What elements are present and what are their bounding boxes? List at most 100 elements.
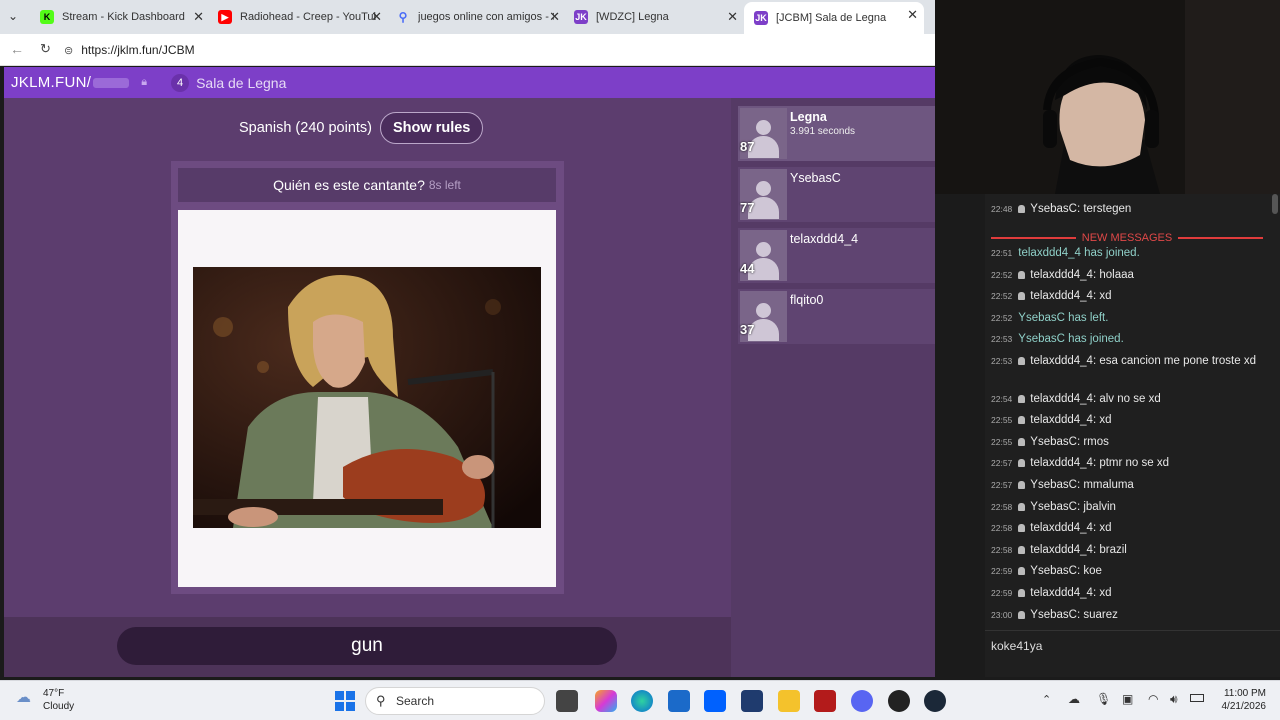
chat-message: 22:48 YsebasC: terstegen bbox=[991, 203, 1132, 215]
tab-jcbm[interactable]: JK [JCBM] Sala de Legna ✕ bbox=[744, 2, 924, 34]
microphone-icon[interactable]: 🎙︎ bbox=[1096, 692, 1111, 706]
rules-line: Spanish (240 points) Show rules bbox=[239, 112, 484, 144]
player-score: 44 bbox=[740, 261, 755, 276]
chat-message: 22:58 telaxddd4_4: xd bbox=[991, 522, 1112, 534]
webcam-overlay bbox=[935, 0, 1280, 194]
close-icon[interactable]: ✕ bbox=[727, 9, 738, 25]
chat-message: 22:59 telaxddd4_4: xd bbox=[991, 587, 1112, 599]
battery-icon[interactable] bbox=[1190, 694, 1204, 702]
user-icon bbox=[1018, 589, 1026, 597]
singer-photo bbox=[193, 267, 541, 528]
cloud-icon: ☁ bbox=[16, 689, 31, 706]
weather-desc: Cloudy bbox=[43, 701, 75, 712]
question-timer: 8s left bbox=[428, 178, 461, 192]
close-icon[interactable]: ✕ bbox=[193, 9, 204, 25]
player-count-badge: 4 bbox=[171, 73, 190, 92]
chat-message: 22:58 telaxddd4_4: brazil bbox=[991, 544, 1127, 556]
user-icon bbox=[1018, 357, 1026, 365]
close-icon[interactable]: ✕ bbox=[907, 7, 918, 23]
show-rules-button[interactable]: Show rules bbox=[380, 112, 484, 144]
player-score: 87 bbox=[740, 139, 755, 154]
app-icon[interactable] bbox=[814, 690, 836, 712]
player-name: telaxddd4_4 bbox=[790, 232, 859, 246]
close-icon[interactable]: ✕ bbox=[549, 9, 560, 25]
game-area: Spanish (240 points) Show rules Quién es… bbox=[4, 98, 731, 617]
app-icon[interactable] bbox=[741, 690, 763, 712]
room-name: Sala de Legna bbox=[196, 74, 287, 91]
display-icon[interactable]: ▣ bbox=[1122, 692, 1133, 706]
tab-wdzc[interactable]: JK [WDZC] Legna ✕ bbox=[564, 4, 744, 30]
taskbar-search[interactable]: ⚲ Search bbox=[365, 687, 545, 715]
user-icon bbox=[1018, 546, 1026, 554]
volume-icon[interactable]: 🔊︎ bbox=[1170, 692, 1178, 707]
tab-search[interactable]: ⚲ juegos online con amigos - S ✕ bbox=[386, 4, 566, 30]
answer-input[interactable]: gun bbox=[117, 627, 617, 665]
chat-message: 22:57 YsebasC: mmaluma bbox=[991, 479, 1134, 491]
user-icon bbox=[1018, 459, 1026, 467]
jklm-icon: JK bbox=[574, 10, 588, 24]
tab-label: [JCBM] Sala de Legna bbox=[776, 12, 887, 24]
lock-icon: 🔒︎ bbox=[141, 76, 148, 88]
chat-input[interactable]: koke41ya bbox=[985, 630, 1280, 677]
tab-label: Radiohead - Creep - YouTube bbox=[240, 11, 376, 23]
chat-message: 22:59 YsebasC: koe bbox=[991, 565, 1102, 577]
tab-youtube[interactable]: ▶ Radiohead - Creep - YouTube ✕ bbox=[208, 4, 388, 30]
reload-icon[interactable]: ↻ bbox=[40, 41, 51, 57]
discord-icon[interactable] bbox=[851, 690, 873, 712]
edge-icon[interactable] bbox=[631, 690, 653, 712]
user-icon bbox=[1018, 292, 1026, 300]
weather-widget[interactable]: ☁ 47°F Cloudy bbox=[16, 687, 74, 713]
windows-start-icon[interactable] bbox=[334, 690, 356, 712]
player-name: YsebasC bbox=[790, 171, 841, 185]
tab-label: Stream - Kick Dashboard bbox=[62, 11, 185, 23]
copilot-icon[interactable] bbox=[595, 690, 617, 712]
question-header: Quién es este cantante? 8s left bbox=[178, 168, 556, 202]
answer-bar: gun bbox=[4, 617, 731, 677]
search-label: Search bbox=[396, 694, 435, 708]
chat-scrollbar[interactable] bbox=[1272, 194, 1278, 214]
player-answer-time: 3.991 seconds bbox=[790, 126, 856, 137]
wifi-icon[interactable]: ◠ bbox=[1148, 692, 1158, 706]
chat-message: 22:52 telaxddd4_4: holaaa bbox=[991, 269, 1134, 281]
tab-label: [WDZC] Legna bbox=[596, 11, 669, 23]
tab-search-dropdown-icon[interactable]: ⌄ bbox=[8, 9, 24, 25]
weather-temp: 47°F bbox=[43, 688, 65, 699]
dropbox-icon[interactable] bbox=[704, 690, 726, 712]
player-score: 77 bbox=[740, 200, 755, 215]
chat-message: 23:00 YsebasC: suarez bbox=[991, 609, 1118, 621]
chat-message: 22:55 YsebasC: rmos bbox=[991, 436, 1109, 448]
url-text: https://jklm.fun/JCBM bbox=[81, 43, 195, 57]
user-icon bbox=[1018, 395, 1026, 403]
chat-input-value: koke41ya bbox=[991, 639, 1043, 653]
obs-icon[interactable] bbox=[888, 690, 910, 712]
file-explorer-icon[interactable] bbox=[778, 690, 800, 712]
tab-kick[interactable]: K Stream - Kick Dashboard ✕ bbox=[30, 4, 210, 30]
question-text: Quién es este cantante? bbox=[273, 177, 425, 193]
game-page: JKLM.FUN/ 🔒︎ 4 Sala de Legna Spanish (24… bbox=[4, 67, 935, 677]
close-icon[interactable]: ✕ bbox=[371, 9, 382, 25]
site-info-icon[interactable]: ⊜ bbox=[64, 44, 73, 57]
clock[interactable]: 11:00 PM 4/21/2026 bbox=[1222, 687, 1267, 713]
user-icon bbox=[1018, 503, 1026, 511]
user-icon bbox=[1018, 271, 1026, 279]
task-view-icon[interactable] bbox=[556, 690, 578, 712]
url-field[interactable]: ⊜ https://jklm.fun/JCBM bbox=[64, 39, 924, 61]
player-card: 37 flqito0 bbox=[738, 289, 935, 344]
store-icon[interactable] bbox=[668, 690, 690, 712]
back-arrow-icon[interactable]: ← bbox=[10, 41, 24, 57]
user-icon bbox=[1018, 438, 1026, 446]
steam-icon[interactable] bbox=[924, 690, 946, 712]
cloud-sync-icon[interactable]: ☁ bbox=[1068, 692, 1080, 706]
browser-tab-bar: ⌄ K Stream - Kick Dashboard ✕ ▶ Radiohea… bbox=[0, 0, 935, 34]
chevron-up-icon[interactable]: ⌃ bbox=[1042, 693, 1051, 706]
hidden-room-code bbox=[93, 77, 130, 88]
chat-message: 22:53 telaxddd4_4: esa cancion me pone tr… bbox=[991, 355, 1256, 367]
user-icon bbox=[1018, 481, 1026, 489]
player-card: 44 telaxddd4_4 bbox=[738, 228, 935, 283]
question-image-frame bbox=[178, 210, 556, 587]
site-logo[interactable]: JKLM.FUN/ bbox=[11, 74, 91, 91]
user-icon bbox=[1018, 416, 1026, 424]
rules-summary: Spanish (240 points) bbox=[239, 120, 372, 136]
chat-message: 22:55 telaxddd4_4: xd bbox=[991, 414, 1112, 426]
chat-message: 22:54 telaxddd4_4: alv no se xd bbox=[991, 393, 1161, 405]
